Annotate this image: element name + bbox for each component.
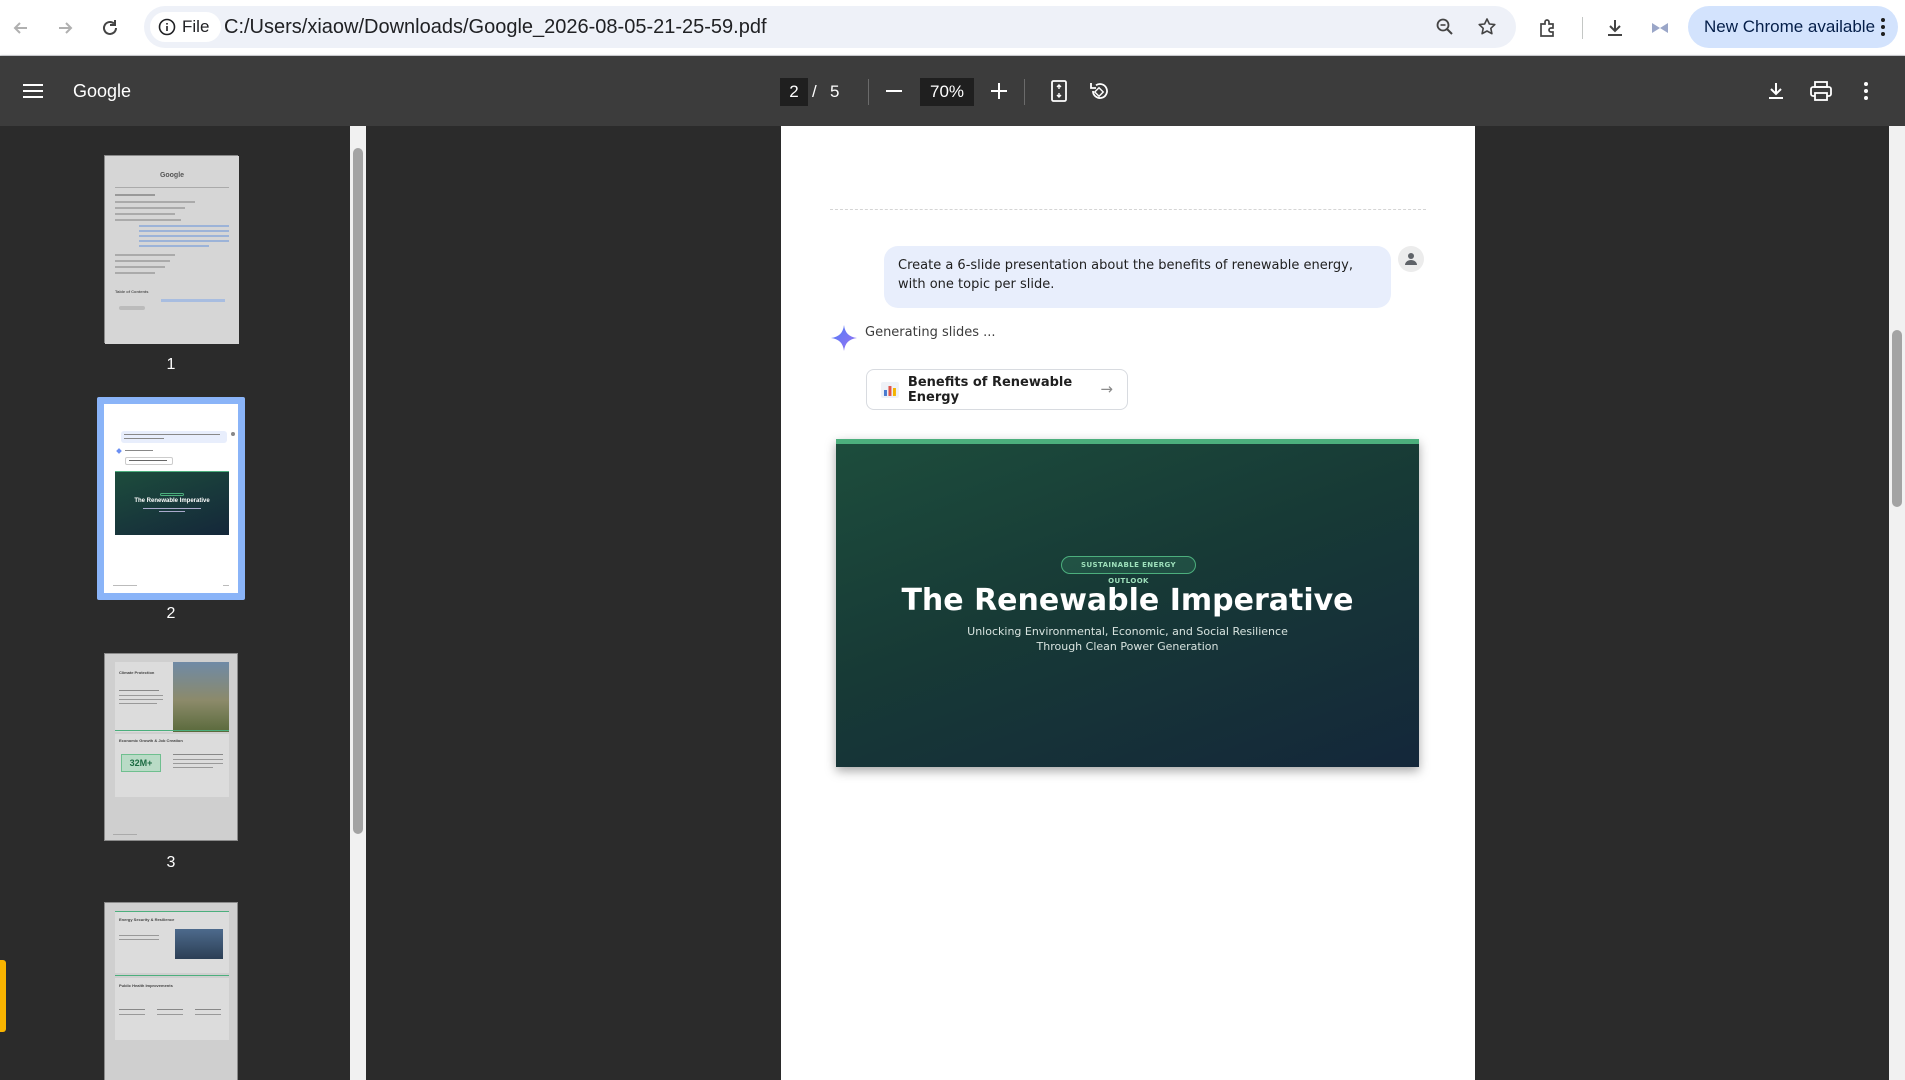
zoom-out-button[interactable] <box>876 73 912 109</box>
more-vert-icon <box>1864 82 1868 100</box>
page-thumbnail-4[interactable]: Energy Security & Resilience Public Heal… <box>104 902 238 1080</box>
profile-icon[interactable] <box>1642 10 1678 46</box>
toolbar-divider <box>1024 79 1025 105</box>
pdf-page: Create a 6-slide presentation about the … <box>781 126 1475 1080</box>
thumb-toc: Table of Contents <box>115 289 149 294</box>
arrow-right-icon: → <box>1100 380 1113 398</box>
back-arrow-icon <box>13 22 27 34</box>
minus-icon <box>886 90 902 92</box>
slide-accent-bar <box>836 439 1419 444</box>
fit-to-page-button[interactable] <box>1041 73 1077 109</box>
bookmark-star-icon[interactable] <box>1472 12 1502 42</box>
print-button[interactable] <box>1803 73 1839 109</box>
zoom-page-icon[interactable] <box>1430 12 1460 42</box>
sidebar-scrollbar-thumb[interactable] <box>353 148 363 834</box>
reload-button[interactable] <box>92 10 128 46</box>
slide-preview[interactable]: SUSTAINABLE ENERGY OUTLOOK The Renewable… <box>836 439 1419 767</box>
fit-page-icon <box>1051 80 1067 102</box>
thumb-section-1: Energy Security & Resilience <box>119 917 175 922</box>
pdf-title: Google <box>73 81 132 101</box>
pdf-toolbar: Google 2 / 5 70% <box>0 56 1905 126</box>
thumbnail-sidebar: Google Table of Contents 1 The Renewable… <box>0 126 350 1080</box>
page-separator: / <box>812 82 817 101</box>
slide-subtitle: Unlocking Environmental, Economic, and S… <box>967 625 1288 653</box>
page-divider <box>830 209 1426 210</box>
reload-icon <box>103 20 117 35</box>
info-icon <box>158 18 176 36</box>
generating-status: Generating slides ... <box>865 325 996 340</box>
main-scrollbar-thumb[interactable] <box>1892 330 1902 507</box>
page-total: 5 <box>830 82 840 101</box>
side-tab[interactable] <box>0 960 6 1032</box>
hamburger-menu-icon <box>23 84 43 98</box>
address-bar[interactable]: File C:/Users/xiaow/Downloads/Google_202… <box>144 6 1516 48</box>
forward-arrow-icon <box>59 22 73 34</box>
person-icon <box>1405 253 1417 265</box>
gemini-sparkle-icon <box>831 325 857 351</box>
file-chip-label: File <box>182 17 210 36</box>
page-thumbnail-3[interactable]: Climate Protection Economic Growth & Job… <box>104 653 238 841</box>
download-icon <box>1769 83 1783 99</box>
slides-document-chip[interactable]: Benefits of Renewable Energy → <box>866 369 1128 410</box>
download-pdf-button[interactable] <box>1758 73 1794 109</box>
plus-icon <box>991 83 1007 99</box>
new-chrome-label: New Chrome available <box>1704 17 1876 36</box>
thumb-section-1: Climate Protection <box>119 670 155 675</box>
chrome-menu-icon <box>1881 18 1885 36</box>
slide-tag: SUSTAINABLE ENERGY OUTLOOK <box>1061 556 1196 585</box>
thumb-stat: 32M+ <box>121 754 161 772</box>
sidebar-menu-button[interactable] <box>15 73 51 109</box>
bar-chart-icon <box>881 381 899 398</box>
toolbar-divider <box>868 79 869 105</box>
thumb-section-2: Public Health Improvements <box>119 983 173 988</box>
site-info-chip[interactable]: File <box>150 12 222 42</box>
back-button[interactable] <box>3 10 39 46</box>
url-text[interactable]: C:/Users/xiaow/Downloads/Google_2026-08-… <box>224 6 767 48</box>
browser-toolbar: File C:/Users/xiaow/Downloads/Google_202… <box>0 0 1905 56</box>
main-scrollbar[interactable] <box>1889 126 1905 1080</box>
new-chrome-available-button[interactable]: New Chrome available <box>1688 6 1898 48</box>
extensions-icon[interactable] <box>1530 10 1566 46</box>
toolbar-separator <box>1582 17 1583 39</box>
thumbnail-label-3: 3 <box>166 854 176 871</box>
user-avatar <box>1398 246 1424 272</box>
forward-button[interactable] <box>47 10 83 46</box>
slide-title: The Renewable Imperative <box>901 583 1354 618</box>
thumb-slide-title: The Renewable Imperative <box>134 498 210 504</box>
print-icon <box>1810 81 1832 101</box>
more-actions-button[interactable] <box>1848 73 1884 109</box>
user-prompt-bubble: Create a 6-slide presentation about the … <box>884 246 1391 308</box>
rotate-button[interactable] <box>1081 73 1117 109</box>
thumbnail-label-1: 1 <box>166 356 176 373</box>
page-number-input[interactable]: 2 <box>780 78 808 106</box>
document-chip-label: Benefits of Renewable Energy <box>907 374 1073 405</box>
thumb-title: Google <box>159 172 185 179</box>
page-thumbnail-2[interactable]: The Renewable Imperative <box>104 404 238 593</box>
zoom-level-input[interactable]: 70% <box>920 78 974 106</box>
downloads-icon[interactable] <box>1597 10 1633 46</box>
rotate-icon <box>1090 83 1108 99</box>
thumbnail-label-2: 2 <box>166 605 176 622</box>
zoom-in-button[interactable] <box>981 73 1017 109</box>
thumb-section-2: Economic Growth & Job Creation <box>119 738 183 743</box>
page-thumbnail-1[interactable]: Google Table of Contents <box>104 155 239 344</box>
